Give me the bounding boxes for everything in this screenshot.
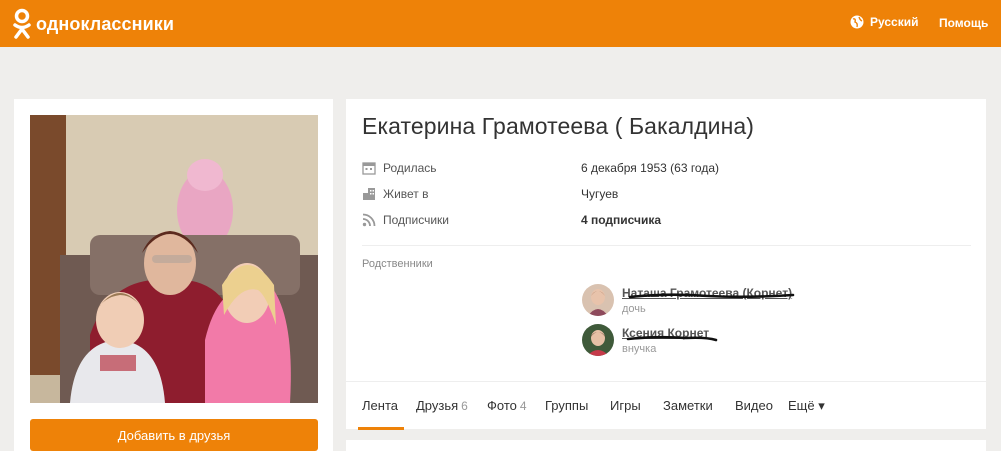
building-icon	[363, 188, 375, 200]
logo-text: одноклассники	[36, 13, 175, 34]
avatar-image	[582, 324, 614, 356]
ok-logo-icon	[13, 8, 31, 39]
info-row-birth: Родилась	[362, 159, 437, 177]
tab-feed[interactable]: Лента	[362, 398, 398, 413]
info-label: Живет в	[383, 187, 429, 201]
relative-relation: дочь	[622, 303, 646, 315]
feed-card	[346, 440, 986, 451]
info-row-subscribers: Подписчики	[362, 211, 449, 229]
profile-photo-card: Добавить в друзья	[14, 99, 333, 451]
avatar[interactable]	[582, 284, 614, 316]
top-bar: одноклассники Русский Помощь	[0, 0, 1001, 47]
profile-photo[interactable]	[30, 115, 318, 403]
help-link[interactable]: Помощь	[939, 16, 988, 30]
profile-photo-image	[30, 115, 318, 403]
relatives-heading: Родственники	[362, 258, 433, 270]
scribble-mark	[628, 293, 795, 299]
info-value-city[interactable]: Чугуев	[581, 187, 618, 201]
logo[interactable]: одноклассники	[12, 8, 174, 40]
active-tab-indicator	[358, 427, 404, 430]
tab-count: 6	[461, 399, 468, 413]
language-label: Русский	[870, 15, 919, 29]
tab-notes[interactable]: Заметки	[663, 398, 713, 413]
info-row-city: Живет в	[362, 185, 429, 203]
tab-more[interactable]: Ещё ▾	[788, 398, 825, 414]
add-friend-button[interactable]: Добавить в друзья	[30, 419, 318, 451]
profile-tabs: Лента Друзья 6 Фото 4 Группы Игры Заметки …	[346, 381, 986, 430]
avatar-image	[582, 284, 614, 316]
info-value-subscribers[interactable]: 4 подписчика	[581, 213, 661, 227]
info-label: Подписчики	[383, 213, 450, 227]
info-value-birth: 6 декабря 1953 (63 года)	[581, 161, 720, 175]
globe-icon	[850, 15, 864, 29]
profile-name: Екатерина Грамотеева ( Бакалдина)	[362, 113, 755, 139]
scribble-mark	[626, 335, 718, 342]
tab-video[interactable]: Видео	[735, 398, 773, 413]
calendar-icon	[362, 162, 376, 175]
avatar[interactable]	[582, 324, 614, 356]
profile-info-card: Екатерина Грамотеева ( Бакалдина) Родила…	[346, 99, 986, 430]
tab-photos[interactable]: Фото 4	[487, 398, 527, 413]
tab-count: 4	[519, 399, 527, 413]
language-selector[interactable]: Русский	[850, 15, 919, 29]
rss-icon	[362, 213, 376, 227]
divider	[362, 245, 971, 246]
tab-groups[interactable]: Группы	[545, 398, 588, 413]
tab-friends[interactable]: Друзья 6	[416, 398, 468, 413]
info-label: Родилась	[383, 161, 437, 175]
tab-games[interactable]: Игры	[610, 398, 641, 413]
